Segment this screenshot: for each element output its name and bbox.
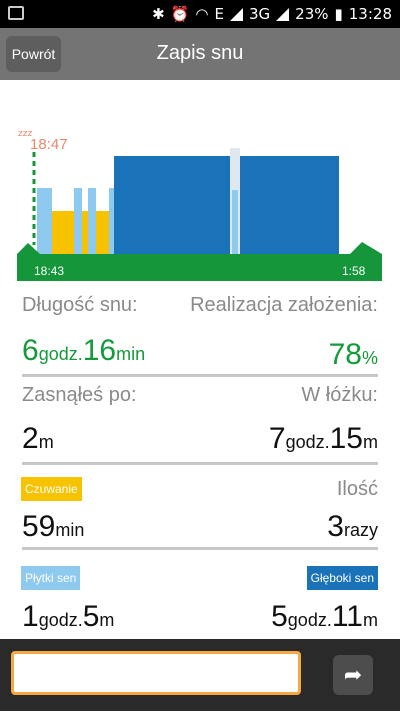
goal-label: Realizacja założenia:: [190, 294, 378, 316]
note-input[interactable]: [11, 651, 301, 695]
in-bed-minutes: 15: [329, 422, 363, 455]
awake-unit: min: [55, 520, 85, 540]
sleep-chart: zzz 18:47 18:43 1:58: [0, 80, 400, 292]
in-bed-label: W łóżku:: [301, 384, 378, 406]
awake-tag: Czuwanie: [21, 477, 82, 501]
light-minutes: 5: [82, 600, 100, 633]
light-minutes-unit: m: [99, 610, 115, 630]
in-bed-value: 7godz.15m: [269, 422, 378, 456]
page-title: Zapis snu: [156, 42, 244, 64]
chart-start-time: 18:43: [34, 264, 64, 278]
alarm-icon: ⏰: [170, 5, 190, 23]
light-sleep-bar: [232, 190, 238, 254]
sleep-minutes: 16: [82, 334, 117, 367]
sleep-marker-time: 18:47: [30, 136, 68, 153]
network-type: E: [214, 5, 224, 23]
in-bed-hours-unit: godz.: [285, 432, 330, 452]
chart-end-time: 1:58: [342, 264, 366, 278]
fell-asleep-label: Zasnąłeś po:: [22, 384, 137, 406]
gallery-icon: [8, 6, 24, 20]
sleep-length-value: 6godz.16min: [22, 334, 145, 368]
deep-minutes-unit: m: [363, 610, 378, 630]
light-sleep-tag: Płytki sen: [21, 566, 81, 590]
light-hours: 1: [22, 600, 39, 633]
network-type-2: 3G: [248, 5, 271, 23]
battery-level: 23%: [295, 5, 329, 23]
count-unit: razy: [343, 520, 378, 540]
sleep-minutes-unit: min: [116, 344, 146, 364]
goal-unit: %: [361, 348, 378, 368]
status-bar: ✱ ⏰ ◠ E 3G 23% ▮ 13:28: [0, 0, 400, 28]
status-icons: ✱ ⏰ ◠ E 3G 23% ▮ 13:28: [152, 5, 392, 23]
sleep-hours-unit: godz.: [38, 344, 83, 364]
bottom-bar: ➦: [0, 639, 400, 711]
sleep-chart-svg: zzz 18:47 18:43 1:58: [17, 129, 382, 281]
fell-asleep-unit: m: [38, 432, 54, 452]
divider: [22, 462, 378, 465]
awake-bar: [52, 211, 74, 254]
awake-number: 59: [22, 510, 56, 543]
wifi-icon: ◠: [195, 5, 209, 23]
count-number: 3: [327, 510, 344, 543]
in-bed-minutes-unit: m: [363, 432, 378, 452]
count-label: Ilość: [336, 478, 378, 500]
battery-icon: ▮: [334, 5, 343, 23]
deep-sleep-value: 5godz.11m: [271, 600, 378, 634]
awake-bar: [82, 211, 88, 254]
count-value: 3razy: [327, 510, 378, 544]
sleep-length-label: Długość snu:: [22, 294, 138, 316]
deep-hours-unit: godz.: [287, 610, 332, 630]
awake-bar: [96, 211, 109, 254]
signal-icon-2: [276, 7, 290, 21]
deep-sleep-tag: Głęboki sen: [306, 566, 378, 590]
deep-hours: 5: [271, 600, 288, 633]
light-sleep-value: 1godz.5m: [22, 600, 114, 634]
fell-asleep-value: 2m: [22, 422, 54, 456]
light-sleep-bar: [74, 188, 82, 254]
sleep-stats: Długość snu: Realizacja założenia: 6godz…: [0, 290, 400, 638]
divider: [22, 547, 378, 550]
app-header: Powrót Zapis snu: [0, 28, 400, 80]
bluetooth-icon: ✱: [152, 5, 165, 23]
divider: [22, 374, 378, 377]
signal-icon: [229, 7, 243, 21]
light-sleep-bar: [37, 188, 52, 254]
share-icon: ➦: [343, 662, 363, 687]
sleep-hours: 6: [22, 334, 39, 367]
deep-sleep-bar: [240, 156, 339, 254]
in-bed-hours: 7: [268, 422, 286, 455]
share-button[interactable]: ➦: [333, 655, 373, 695]
light-hours-unit: godz.: [38, 610, 83, 630]
light-sleep-bar: [88, 188, 96, 254]
goal-percent: 78: [328, 338, 362, 371]
fell-asleep-number: 2: [22, 422, 39, 455]
goal-value: 78%: [329, 338, 378, 372]
clock: 13:28: [348, 5, 392, 23]
awake-value: 59min: [22, 510, 84, 544]
deep-sleep-bar: [114, 156, 230, 254]
deep-minutes: 11: [331, 600, 363, 633]
